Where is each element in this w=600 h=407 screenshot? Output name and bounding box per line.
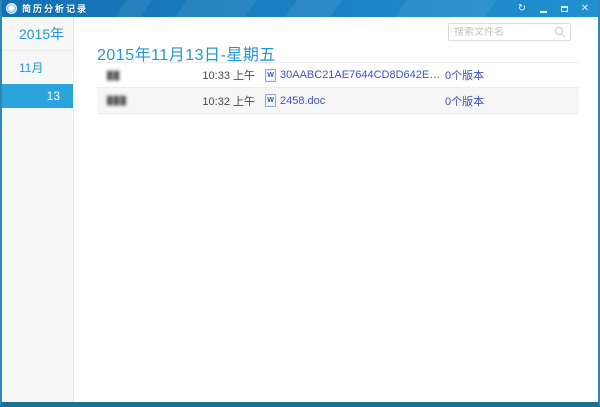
titlebar-stripe [279, 0, 346, 17]
file-cell: W 2458.doc [255, 94, 445, 107]
window-title: 简历分析记录 [22, 4, 89, 14]
titlebar-stripe [109, 0, 156, 17]
titlebar-stripe [169, 0, 261, 17]
search-input[interactable] [454, 26, 555, 38]
refresh-icon[interactable]: ↻ [517, 3, 527, 15]
redacted-person-name: ██ [107, 70, 121, 80]
file-row: ███ 10:32 上午 W 2458.doc 0个版本 [97, 88, 579, 114]
date-sidebar: 2015年 11月 13 [2, 17, 74, 402]
sidebar-item-month[interactable]: 11月 [2, 51, 73, 84]
redacted-person-name: ███ [107, 96, 128, 105]
window-controls: ↻ ✕ [517, 3, 598, 15]
versions-link[interactable]: 0个版本 [445, 67, 579, 83]
titlebar: 简历分析记录 ↻ ✕ [2, 0, 598, 17]
file-cell: W 30AABC21AE7644CD8D642E62331... [255, 68, 445, 82]
upload-time: 10:32 上午 [202, 95, 255, 108]
versions-link[interactable]: 0个版本 [445, 93, 579, 109]
file-name-link[interactable]: 30AABC21AE7644CD8D642E62331... [280, 69, 445, 81]
sidebar-item-year[interactable]: 2015年 [2, 17, 73, 51]
word-doc-icon: W [265, 68, 276, 82]
minimize-icon[interactable] [538, 3, 548, 15]
file-row: ██ 10:33 上午 W 30AABC21AE7644CD8D642E6233… [97, 62, 579, 88]
upload-time: 10:33 上午 [202, 70, 255, 82]
close-icon[interactable]: ✕ [580, 3, 590, 15]
titlebar-stripe [389, 0, 501, 17]
search-icon[interactable] [555, 27, 565, 37]
app-logo-icon [6, 3, 17, 14]
app-window: 简历分析记录 ↻ ✕ 2015年 11月 13 2015年11月13日-星期五 … [0, 0, 600, 407]
file-list: ██ 10:33 上午 W 30AABC21AE7644CD8D642E6233… [97, 62, 579, 114]
maximize-icon[interactable] [559, 3, 569, 15]
word-doc-icon: W [265, 94, 276, 107]
sidebar-item-day-selected[interactable]: 13 [2, 84, 73, 108]
file-name-link[interactable]: 2458.doc [280, 95, 325, 107]
search-box [448, 23, 571, 41]
